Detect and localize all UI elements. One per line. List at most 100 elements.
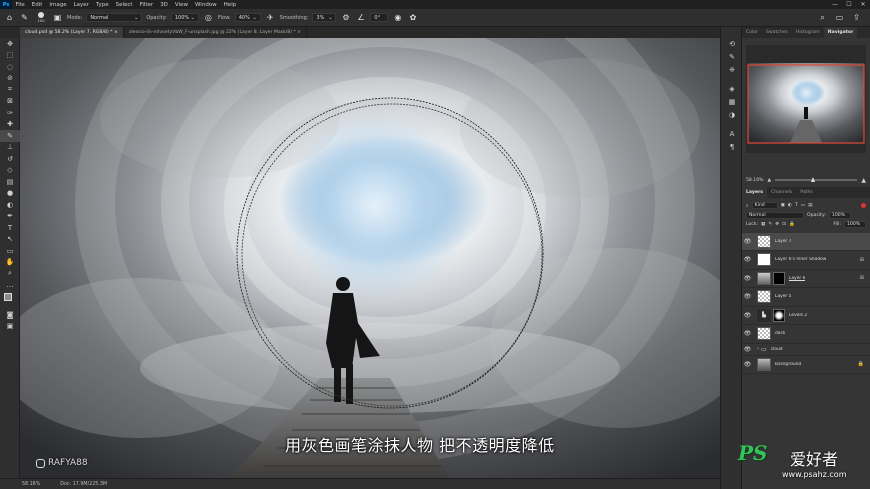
- zoom-tool-icon[interactable]: ⌕: [0, 268, 20, 280]
- home-icon[interactable]: ⌂: [4, 12, 15, 23]
- quick-mask-icon[interactable]: ◙: [0, 309, 20, 321]
- eye-icon[interactable]: 👁: [742, 238, 753, 245]
- blend-mode-dropdown[interactable]: Normal: [746, 211, 804, 219]
- menu-window[interactable]: Window: [191, 2, 220, 8]
- opacity-field[interactable]: 100% ⌄: [170, 13, 199, 22]
- smoothing-settings-icon[interactable]: ⚙: [340, 12, 351, 23]
- mode-dropdown[interactable]: Normal ⌄: [86, 13, 143, 22]
- tab-color[interactable]: Color: [742, 27, 762, 38]
- move-tool-icon[interactable]: ✥: [0, 38, 20, 50]
- eye-icon[interactable]: 👁: [742, 361, 753, 368]
- menu-help[interactable]: Help: [220, 2, 240, 8]
- layer-opacity-field[interactable]: 100%: [828, 211, 851, 219]
- lock-all-icon[interactable]: 🔒: [789, 222, 795, 227]
- layer-name[interactable]: Layer 6's Inner Shadow: [775, 257, 826, 262]
- filter-type-icon[interactable]: T: [795, 203, 798, 208]
- eye-icon[interactable]: 👁: [742, 312, 753, 319]
- healing-tool-icon[interactable]: ✚: [0, 119, 20, 131]
- menu-file[interactable]: File: [12, 2, 28, 8]
- 3d-panel-icon[interactable]: ◈: [721, 82, 743, 95]
- status-doc-size[interactable]: Doc: 17.9M/225.3M: [60, 482, 107, 487]
- layer-name[interactable]: Layer 6: [789, 276, 805, 281]
- menu-select[interactable]: Select: [112, 2, 136, 8]
- close-button[interactable]: ✕: [856, 0, 870, 9]
- minimize-button[interactable]: —: [828, 0, 842, 9]
- foreground-color-swatch[interactable]: [4, 293, 12, 301]
- tab-navigator[interactable]: Navigator: [823, 27, 858, 38]
- shape-tool-icon[interactable]: ▭: [0, 245, 20, 257]
- menu-3d[interactable]: 3D: [157, 2, 172, 8]
- history-panel-icon[interactable]: ⟲: [721, 37, 743, 50]
- menu-view[interactable]: View: [171, 2, 191, 8]
- stamp-tool-icon[interactable]: ⊥: [0, 142, 20, 154]
- navigator-thumbnail[interactable]: [746, 45, 866, 153]
- screen-mode-icon[interactable]: ▣: [0, 321, 20, 333]
- layer-mask-thumbnail[interactable]: [773, 308, 785, 322]
- tab-channels[interactable]: Channels: [767, 187, 796, 198]
- zoom-out-icon[interactable]: ▲: [768, 178, 772, 183]
- lasso-tool-icon[interactable]: ◌: [0, 61, 20, 73]
- share-icon[interactable]: ⇪: [851, 12, 862, 23]
- layer-row-background[interactable]: 👁 Background 🔒: [742, 356, 870, 374]
- zoom-slider[interactable]: [775, 177, 858, 182]
- search-icon[interactable]: ⌕: [817, 12, 828, 23]
- brush-settings-icon[interactable]: ▣: [52, 12, 63, 23]
- crop-tool-icon[interactable]: ⌗: [0, 84, 20, 96]
- chevron-right-icon[interactable]: ›: [757, 346, 759, 352]
- layer-name[interactable]: Levels 2: [789, 313, 807, 318]
- menu-filter[interactable]: Filter: [136, 2, 157, 8]
- angle-field[interactable]: 0°: [370, 13, 389, 22]
- layer-row-cloud-group[interactable]: 👁 › ▭ cloud: [742, 344, 870, 356]
- filter-toggle-icon[interactable]: [861, 203, 866, 209]
- eyedropper-tool-icon[interactable]: ✑: [0, 107, 20, 119]
- layer-name[interactable]: cloud: [771, 347, 783, 352]
- tab-cloud-psd[interactable]: cloud.psd @ 58.2% (Layer 7, RGB/8) * ×: [20, 27, 124, 38]
- type-tool-icon[interactable]: T: [0, 222, 20, 234]
- layer-name[interactable]: dock: [775, 331, 785, 336]
- tab-layers[interactable]: Layers: [742, 187, 767, 198]
- lock-position-icon[interactable]: ✥: [775, 222, 779, 227]
- layer-row-layer-6[interactable]: 👁 Layer 6 ⊞: [742, 270, 870, 288]
- lock-image-icon[interactable]: ✎: [768, 222, 772, 227]
- dodge-tool-icon[interactable]: ◐: [0, 199, 20, 211]
- path-select-tool-icon[interactable]: ↖: [0, 234, 20, 246]
- eye-icon[interactable]: 👁: [742, 275, 753, 282]
- layer-row-dock[interactable]: 👁 dock: [742, 325, 870, 344]
- menu-type[interactable]: Type: [92, 2, 112, 8]
- zoom-in-icon[interactable]: ▲: [861, 177, 866, 184]
- layer-row-layer-5[interactable]: 👁 Layer 5: [742, 288, 870, 307]
- filter-pixel-icon[interactable]: ▣: [781, 203, 785, 208]
- adjustments-panel-icon[interactable]: ◑: [721, 108, 743, 121]
- kind-filter-dropdown[interactable]: Kind: [751, 202, 778, 210]
- tab-unsplash-jpg[interactable]: alessio-lin-ndvoetyVbW_F-unsplash.jpg @ …: [124, 27, 308, 38]
- color-swatches[interactable]: [0, 291, 20, 309]
- symmetry-icon[interactable]: ✿: [407, 12, 418, 23]
- menu-layer[interactable]: Layer: [70, 2, 92, 8]
- layer-name[interactable]: Background: [775, 362, 801, 367]
- workspace-icon[interactable]: ▭: [834, 12, 845, 23]
- smoothing-field[interactable]: 3% ⌄: [312, 13, 337, 22]
- navigator-zoom-value[interactable]: 58.16%: [746, 178, 764, 183]
- blur-tool-icon[interactable]: ●: [0, 188, 20, 200]
- history-brush-tool-icon[interactable]: ↺: [0, 153, 20, 165]
- brush-preset-picker[interactable]: 100: [34, 12, 48, 23]
- eye-icon[interactable]: 👁: [742, 346, 753, 353]
- eye-icon[interactable]: 👁: [742, 330, 753, 337]
- brush-settings-panel-icon[interactable]: ✎: [721, 50, 743, 63]
- pressure-size-icon[interactable]: ◉: [392, 12, 403, 23]
- tab-histogram[interactable]: Histogram: [792, 27, 824, 38]
- lock-transparent-icon[interactable]: ▦: [761, 222, 765, 227]
- gradient-tool-icon[interactable]: ▤: [0, 176, 20, 188]
- quick-select-tool-icon[interactable]: ⊘: [0, 73, 20, 85]
- pressure-opacity-icon[interactable]: ◎: [203, 12, 214, 23]
- maximize-button[interactable]: ☐: [842, 0, 856, 9]
- eraser-tool-icon[interactable]: ◇: [0, 165, 20, 177]
- layer-row-layer-7[interactable]: 👁 Layer 7: [742, 232, 870, 251]
- status-zoom[interactable]: 58.16%: [22, 482, 40, 487]
- character-panel-icon[interactable]: A: [721, 127, 743, 140]
- fill-field[interactable]: 100%: [844, 221, 866, 229]
- menu-edit[interactable]: Edit: [28, 2, 46, 8]
- hand-tool-icon[interactable]: ✋: [0, 257, 20, 269]
- lock-artboard-icon[interactable]: ⊡: [782, 222, 786, 227]
- filter-shape-icon[interactable]: ▭: [801, 203, 805, 208]
